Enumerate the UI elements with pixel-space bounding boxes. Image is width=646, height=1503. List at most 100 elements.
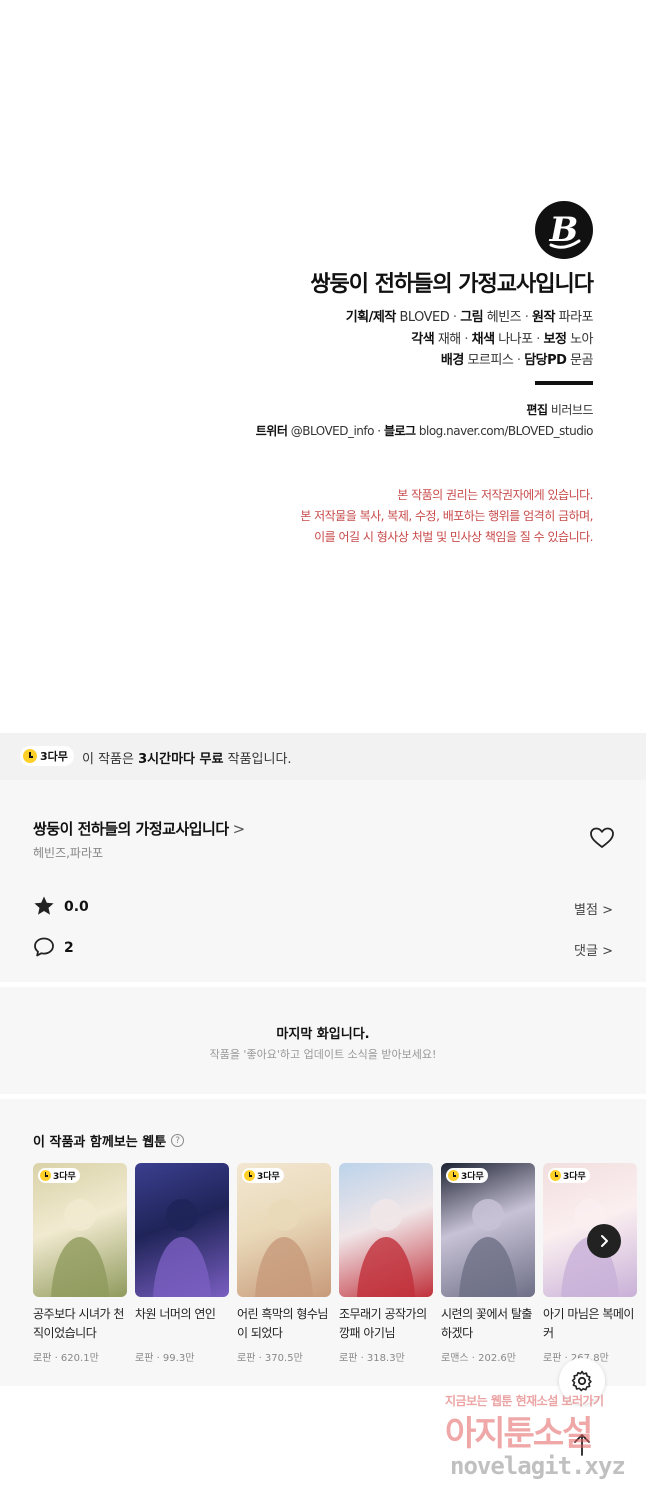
work-title: 쌍둥이 전하들의 가정교사입니다 [33,820,229,838]
work-title-link[interactable]: 쌍둥이 전하들의 가정교사입니다 > [33,818,245,839]
last-episode-subtitle: 작품을 '좋아요'하고 업데이트 소식을 받아보세요! [209,1048,437,1061]
thumbnail[interactable]: 3다무 [237,1163,331,1297]
copyright-notice-line-2: 본 저작물을 복사, 복제, 수정, 배포하는 행위를 엄격히 금하며, [300,509,593,523]
free-text-bold: 3시간마다 무료 [138,752,224,767]
credits-contacts: 트위터 @BLOVED_info · 블로그 blog.naver.com/BL… [255,424,594,438]
card-title[interactable]: 어린 흑막의 형수님이 되었다 [237,1305,331,1343]
thumbnail-art [357,1199,415,1297]
comments-row: 2 댓글 > [33,936,613,962]
free-text-post: 작품입니다. [227,752,292,767]
chevron-right-icon: > [232,820,246,838]
editor-label: 편집 [526,403,548,417]
chevron-right-icon [601,1235,608,1247]
work-info-card: 쌍둥이 전하들의 가정교사입니다 > 헤빈즈,파라포 0.0 별점 > 2 댓글 … [0,780,646,982]
recommendation-card[interactable]: 3다무아기 마님은 복메이커로판 · 267.8만 [543,1163,637,1364]
free-text-pre: 이 작품은 [82,752,134,767]
comments-count: 2 [64,940,74,956]
recommendation-card[interactable]: 3다무어린 흑막의 형수님이 되었다로판 · 370.5만 [237,1163,331,1364]
credits-divider [535,381,593,385]
free-banner-text: 이 작품은 3시간마다 무료 작품입니다. [82,748,292,767]
clock-icon [23,749,37,763]
copyright-notice-line-3: 이를 어길 시 형사상 처벌 및 민사상 책임을 질 수 있습니다. [314,530,593,544]
card-title[interactable]: 공주보다 시녀가 천직이었습니다 [33,1305,127,1343]
card-meta: 로판 · 318.3만 [339,1353,405,1364]
card-title[interactable]: 아기 마님은 복메이커 [543,1305,637,1343]
free-badge-label: 3다무 [563,1172,586,1182]
credit-name: 나나포 [498,332,533,347]
card-meta: 로판 · 620.1만 [33,1353,99,1364]
comments-link[interactable]: 댓글 > [574,940,613,959]
clock-icon [448,1170,459,1181]
card-title[interactable]: 차원 너머의 연인 [135,1305,229,1343]
watermark-url: novelagit.xyz [450,1452,626,1480]
free-badge-label: 3다무 [257,1172,280,1182]
free-badge-label: 3다무 [461,1172,484,1182]
free-badge-label: 3다무 [40,750,68,763]
credit-name: BLOVED [399,310,450,325]
free-badge: 3다무 [242,1168,284,1183]
thumbnail[interactable] [135,1163,229,1297]
help-icon[interactable]: ? [171,1134,185,1147]
credits-editor: 편집 비러브드 [526,401,593,418]
recommendation-card[interactable]: 차원 너머의 연인로판 · 99.3만 [135,1163,229,1364]
clock-icon [244,1170,255,1181]
free-badge: 3다무 [548,1168,590,1183]
work-authors: 헤빈즈,파라포 [33,846,104,860]
credit-name: 노아 [570,332,593,347]
thumbnail-art [459,1199,517,1297]
credit-role: 채색 [471,332,495,347]
credits-line-1: 기획/제작 BLOVED · 그림 헤빈즈 · 원작 파라포 [345,310,594,325]
twitter-label: 트위터 [255,424,288,438]
card-meta: 로판 · 370.5만 [237,1353,303,1364]
credits-line-3: 배경 모르피스 · 담당PD 문곰 [440,353,594,368]
credit-name: 파라포 [558,310,594,325]
comment-icon [33,936,55,958]
credit-role: 보정 [543,332,567,347]
free-badge: 3다무 [20,746,74,766]
credits-line-2: 각색 재해 · 채색 나나포 · 보정 노아 [411,332,593,347]
thumbnail-art [51,1199,109,1297]
credit-role: 그림 [460,310,484,325]
editor-name: 비러브드 [550,403,594,417]
carousel-next-button[interactable] [587,1224,621,1258]
recommendation-card[interactable]: 조무래기 공작가의 깡패 아기님로판 · 318.3만 [339,1163,433,1364]
thumbnail-art [153,1199,211,1297]
credit-name: 문곰 [570,353,593,368]
rating-value: 0.0 [64,899,89,915]
recommendation-card[interactable]: 3다무시련의 꽃에서 탈출하겠다로맨스 · 202.6만 [441,1163,535,1364]
last-episode-title: 마지막 화입니다. [276,1027,370,1042]
heart-icon[interactable] [589,826,615,850]
credit-role: 담당PD [524,353,567,368]
free-badge: 3다무 [38,1168,80,1183]
credit-name: 모르피스 [467,353,514,368]
free-badge: 3다무 [446,1168,488,1183]
credit-role: 배경 [440,353,464,368]
card-meta: 로맨스 · 202.6만 [441,1353,516,1364]
thumbnail[interactable] [339,1163,433,1297]
thumbnail-art [255,1199,313,1297]
blog-label: 블로그 [383,424,416,438]
credit-role: 각색 [411,332,435,347]
credit-name: 재해 [437,332,461,347]
copyright-notice-line-1: 본 작품의 권리는 저작권자에게 있습니다. [397,488,593,502]
card-meta: 로판 · 99.3만 [135,1353,195,1364]
star-icon [33,895,55,917]
blog-url: blog.naver.com/BLOVED_studio [418,424,594,438]
card-title[interactable]: 조무래기 공작가의 깡패 아기님 [339,1305,433,1343]
thumbnail[interactable]: 3다무 [33,1163,127,1297]
last-episode-panel: 마지막 화입니다. 작품을 '좋아요'하고 업데이트 소식을 받아보세요! [0,987,646,1094]
rating-link[interactable]: 별점 > [574,899,613,918]
card-title[interactable]: 시련의 꽃에서 탈출하겠다 [441,1305,535,1343]
watermark-logo-text: 아지툰소설 [445,1414,593,1454]
clock-icon [40,1170,51,1181]
credit-role: 원작 [532,310,555,325]
thumbnail[interactable]: 3다무 [441,1163,535,1297]
credit-name: 헤빈즈 [486,310,522,325]
credits-title: 쌍둥이 전하들의 가정교사입니다 [310,272,594,297]
recommendation-card[interactable]: 3다무공주보다 시녀가 천직이었습니다로판 · 620.1만 [33,1163,127,1364]
rating-row: 0.0 별점 > [33,895,613,921]
recommendations-heading: 이 작품과 함께보는 웹툰 ? [33,1131,185,1150]
clock-icon [550,1170,561,1181]
recommendations: 이 작품과 함께보는 웹툰 ? 3다무공주보다 시녀가 천직이었습니다로판 · … [0,1099,646,1386]
twitter-handle: @BLOVED_info [290,424,375,438]
